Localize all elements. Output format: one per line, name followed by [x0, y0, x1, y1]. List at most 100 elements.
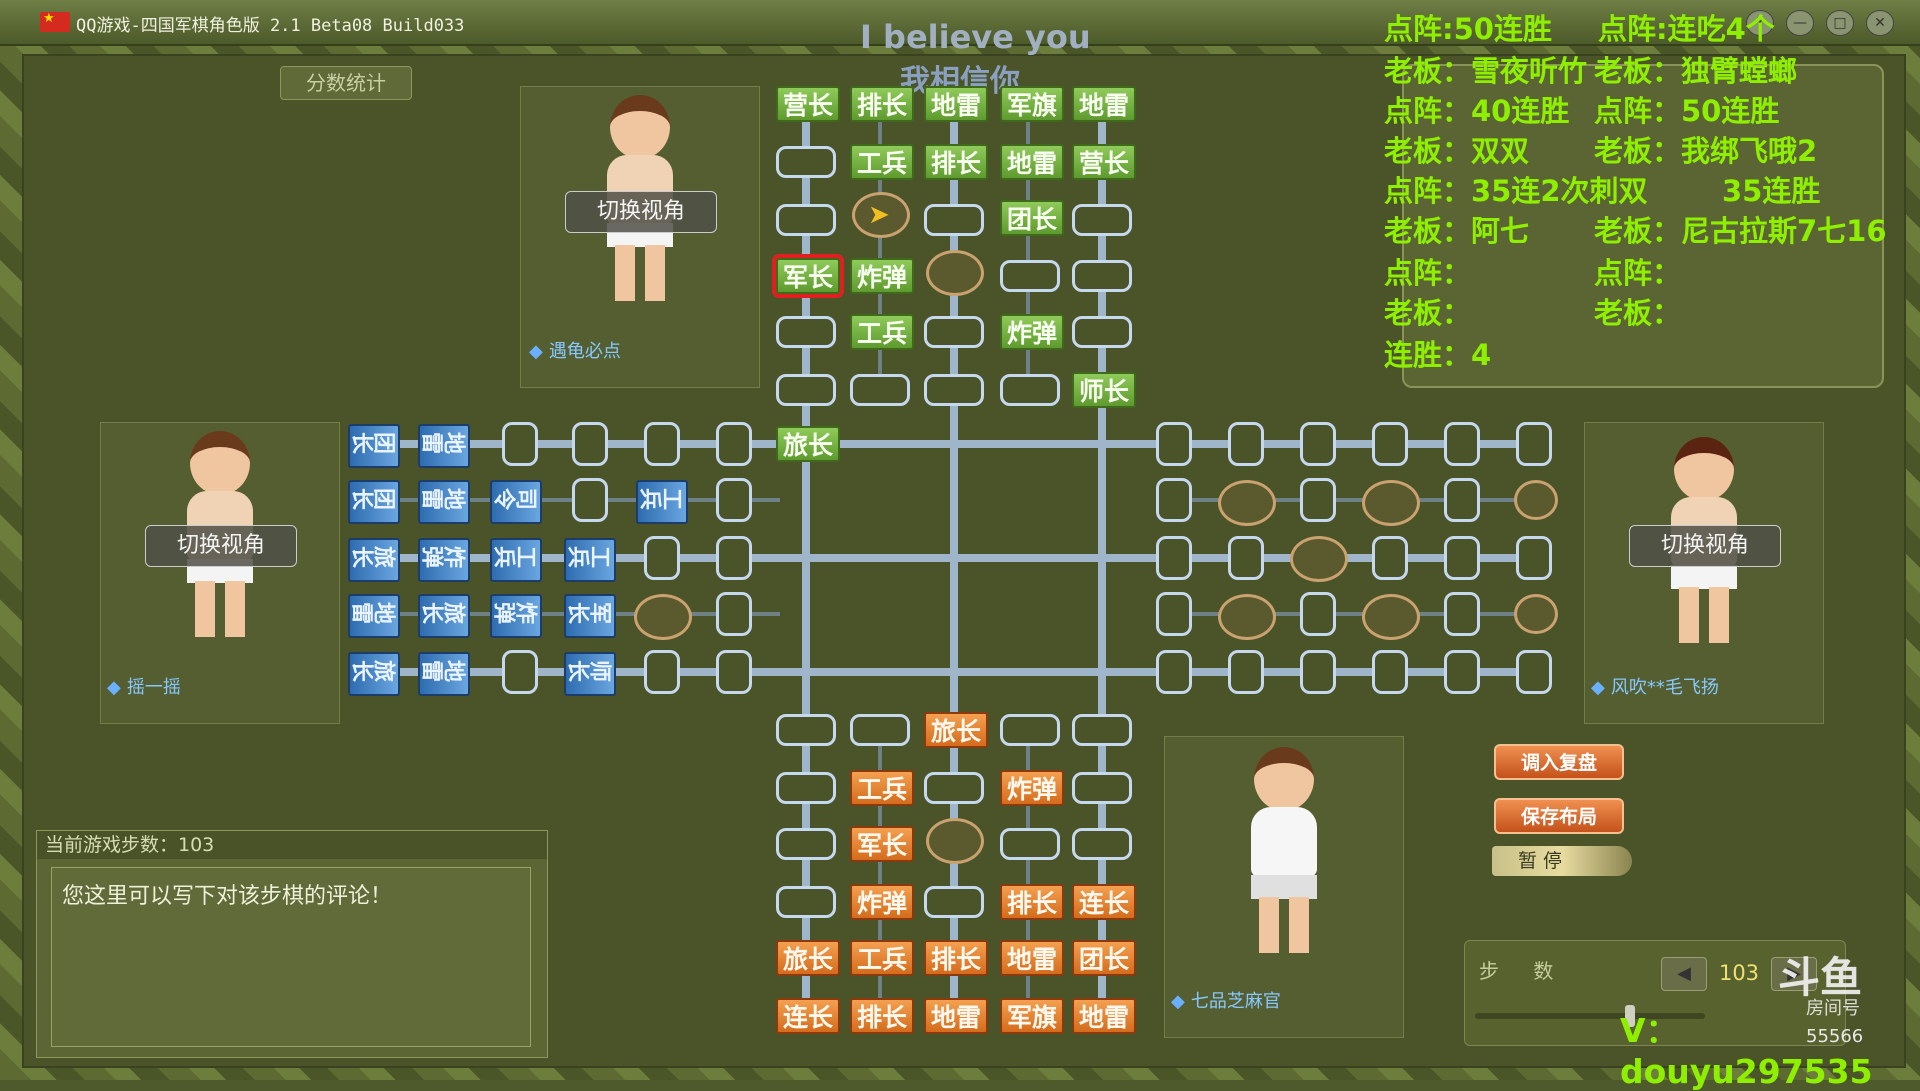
- board-slot[interactable]: [716, 422, 752, 466]
- camp-slot[interactable]: [1290, 536, 1348, 582]
- board-slot[interactable]: [1072, 772, 1132, 804]
- game-piece[interactable]: 师长: [564, 652, 616, 696]
- board-slot[interactable]: [1072, 316, 1132, 348]
- game-piece[interactable]: 旅长: [776, 940, 840, 976]
- board-slot[interactable]: [716, 536, 752, 580]
- comment-input[interactable]: 您这里可以写下对该步棋的评论！: [51, 867, 531, 1047]
- board-slot[interactable]: [1300, 422, 1336, 466]
- board-slot[interactable]: [924, 886, 984, 918]
- board-slot[interactable]: [776, 316, 836, 348]
- game-piece[interactable]: 炸弹: [1000, 314, 1064, 350]
- camp-slot[interactable]: [1218, 480, 1276, 526]
- game-piece[interactable]: 排长: [850, 998, 914, 1034]
- board-slot[interactable]: [716, 478, 752, 522]
- game-piece[interactable]: 旅长: [776, 426, 840, 462]
- game-piece[interactable]: 炸弹: [418, 538, 470, 582]
- game-piece[interactable]: 地雷: [418, 480, 470, 524]
- camp-slot[interactable]: [926, 818, 984, 864]
- board-slot[interactable]: [1516, 422, 1552, 466]
- board-slot[interactable]: [1000, 260, 1060, 292]
- game-piece[interactable]: 排长: [924, 940, 988, 976]
- board-slot[interactable]: [1228, 650, 1264, 694]
- game-piece[interactable]: 工兵: [850, 940, 914, 976]
- board-slot[interactable]: [644, 422, 680, 466]
- game-piece[interactable]: 旅长: [418, 594, 470, 638]
- game-piece[interactable]: 旅长: [348, 652, 400, 696]
- board-slot[interactable]: [776, 146, 836, 178]
- game-piece[interactable]: 工兵: [490, 538, 542, 582]
- board-slot[interactable]: [1072, 828, 1132, 860]
- game-piece[interactable]: 地雷: [1072, 998, 1136, 1034]
- board-slot[interactable]: [924, 772, 984, 804]
- board-slot[interactable]: [924, 374, 984, 406]
- board-slot[interactable]: [1000, 714, 1060, 746]
- game-piece[interactable]: 地雷: [418, 424, 470, 468]
- game-piece[interactable]: 排长: [850, 86, 914, 122]
- board-slot[interactable]: [776, 828, 836, 860]
- game-piece[interactable]: 团长: [348, 424, 400, 468]
- game-piece[interactable]: 工兵: [564, 538, 616, 582]
- game-piece[interactable]: 地雷: [348, 594, 400, 638]
- board-slot[interactable]: [1516, 536, 1552, 580]
- game-piece[interactable]: 营长: [1072, 144, 1136, 180]
- board-slot[interactable]: [776, 374, 836, 406]
- board-slot[interactable]: [1000, 828, 1060, 860]
- board-slot[interactable]: [644, 536, 680, 580]
- load-replay-button[interactable]: 调入复盘: [1494, 744, 1624, 780]
- board-slot[interactable]: [1444, 536, 1480, 580]
- game-piece[interactable]: 地雷: [924, 86, 988, 122]
- game-piece[interactable]: 营长: [776, 86, 840, 122]
- board-slot[interactable]: [1444, 478, 1480, 522]
- game-piece[interactable]: 工兵: [850, 770, 914, 806]
- board-slot[interactable]: [1072, 260, 1132, 292]
- board-slot[interactable]: [502, 650, 538, 694]
- camp-slot[interactable]: [1218, 594, 1276, 640]
- board-slot[interactable]: [1444, 592, 1480, 636]
- game-piece[interactable]: 团长: [1000, 200, 1064, 236]
- game-piece[interactable]: 炸弹: [850, 884, 914, 920]
- board-slot[interactable]: [776, 772, 836, 804]
- game-piece[interactable]: 旅长: [924, 712, 988, 748]
- board-slot[interactable]: [502, 422, 538, 466]
- board-slot[interactable]: [1300, 592, 1336, 636]
- save-layout-button[interactable]: 保存布局: [1494, 798, 1624, 834]
- board-slot[interactable]: [716, 650, 752, 694]
- game-piece[interactable]: 炸弹: [1000, 770, 1064, 806]
- board-slot[interactable]: [1300, 478, 1336, 522]
- game-piece[interactable]: 工兵: [850, 144, 914, 180]
- game-piece[interactable]: 炸弹: [490, 594, 542, 638]
- board-slot[interactable]: [1072, 204, 1132, 236]
- board-slot[interactable]: [1444, 422, 1480, 466]
- board-slot[interactable]: [776, 204, 836, 236]
- game-piece[interactable]: 工兵: [850, 314, 914, 350]
- game-piece[interactable]: 地雷: [418, 652, 470, 696]
- board-slot[interactable]: [1156, 422, 1192, 466]
- game-piece[interactable]: 团长: [1072, 940, 1136, 976]
- game-piece[interactable]: 团长: [348, 480, 400, 524]
- game-piece[interactable]: 地雷: [924, 998, 988, 1034]
- game-piece[interactable]: 旅长: [348, 538, 400, 582]
- board-slot[interactable]: [572, 422, 608, 466]
- game-piece[interactable]: 炸弹: [850, 258, 914, 294]
- camp-slot[interactable]: [1362, 480, 1420, 526]
- game-piece[interactable]: 排长: [1000, 884, 1064, 920]
- board-slot[interactable]: [716, 592, 752, 636]
- board-slot[interactable]: [1444, 650, 1480, 694]
- board-slot[interactable]: [1156, 478, 1192, 522]
- board-slot[interactable]: [1372, 650, 1408, 694]
- board-slot[interactable]: [1300, 650, 1336, 694]
- game-piece[interactable]: 军旗: [1000, 86, 1064, 122]
- board-slot[interactable]: [924, 316, 984, 348]
- game-piece[interactable]: 工兵: [636, 480, 688, 524]
- camp-slot[interactable]: [1362, 594, 1420, 640]
- camp-slot[interactable]: [926, 250, 984, 296]
- board-slot[interactable]: [1516, 650, 1552, 694]
- game-piece[interactable]: 排长: [924, 144, 988, 180]
- game-piece[interactable]: 师长: [1072, 372, 1136, 408]
- pause-button[interactable]: 暂 停: [1492, 846, 1632, 876]
- board-slot[interactable]: [1000, 374, 1060, 406]
- board-slot[interactable]: [924, 204, 984, 236]
- game-piece[interactable]: 军长: [564, 594, 616, 638]
- board-slot[interactable]: [850, 714, 910, 746]
- game-piece[interactable]: 地雷: [1000, 144, 1064, 180]
